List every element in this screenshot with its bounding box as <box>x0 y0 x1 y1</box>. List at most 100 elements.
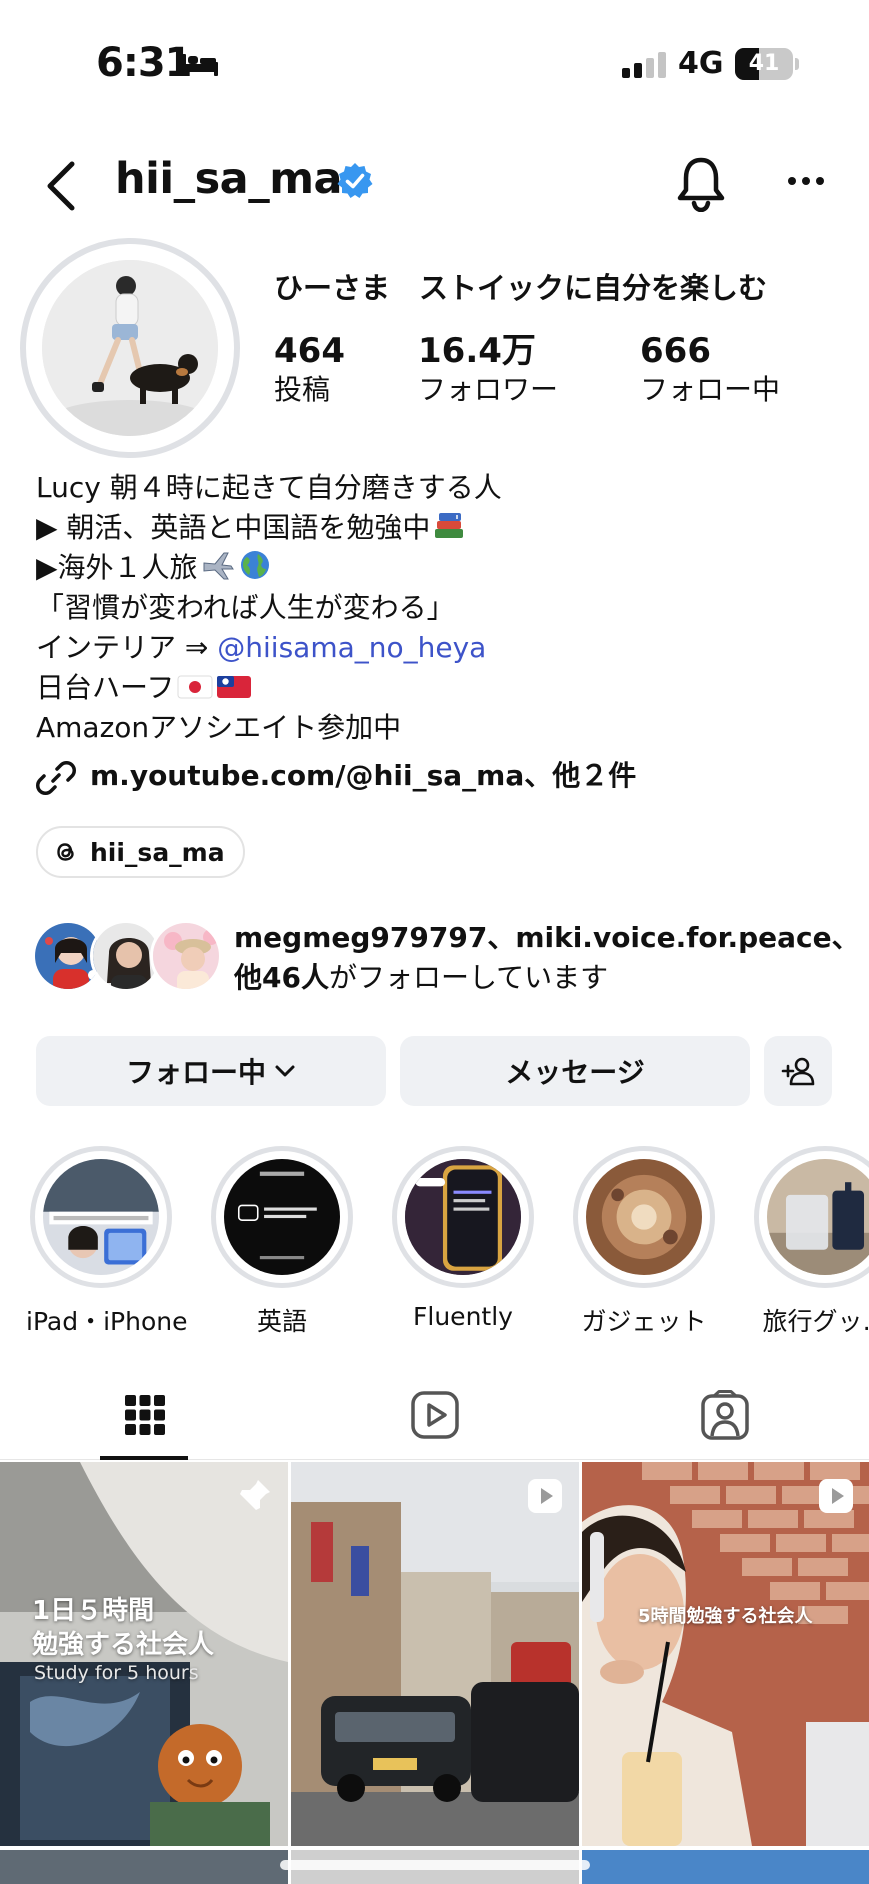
highlight-english[interactable]: 英語 <box>207 1146 357 1338</box>
battery-percent: 41 <box>748 51 780 76</box>
message-button-label: メッセージ <box>505 1056 645 1089</box>
highlight-cover <box>405 1159 521 1275</box>
bio-line: Lucy 朝４時に起きて自分磨きする人 <box>36 471 502 504</box>
stat-following-label: フォロー中 <box>640 373 781 406</box>
pin-icon <box>240 1480 270 1510</box>
highlight-cover-ring <box>754 1146 869 1288</box>
highlight-ipad-iphone[interactable]: iPad・iPhone <box>26 1146 188 1338</box>
bio-line: 「習慣が変われば人生が変わる」 <box>36 591 455 624</box>
reel-badge-icon <box>528 1479 562 1513</box>
airplane-emoji-icon <box>203 552 234 580</box>
highlight-label: 旅行グッ… <box>762 1307 869 1336</box>
add-person-icon <box>781 1057 815 1086</box>
stat-posts[interactable]: 464 投稿 <box>274 330 345 408</box>
bio-line: ▶︎海外１人旅 <box>36 548 836 588</box>
message-button[interactable]: メッセージ <box>400 1036 750 1106</box>
post-title: 1日５時間 <box>32 1596 155 1626</box>
tab-tagged[interactable] <box>580 1370 869 1460</box>
bio-line: インテリア ⇒ @hiisama_no_heya <box>36 628 836 668</box>
tagged-person-icon <box>701 1390 749 1440</box>
mutual-followers-text: megmeg979797、miki.voice.for.peace、 他46人が… <box>234 918 860 998</box>
post-caption: 5時間勉強する社会人 <box>638 1606 813 1627</box>
highlight-label: iPad・iPhone <box>26 1307 188 1336</box>
battery-tip <box>795 58 799 70</box>
post-title: 勉強する社会人 <box>32 1630 215 1660</box>
grid-post[interactable]: 5時間勉強する社会人 <box>582 1462 869 1846</box>
stat-posts-label: 投稿 <box>274 373 331 406</box>
stat-posts-count: 464 <box>274 331 345 371</box>
bio-text: ▶︎海外１人旅 <box>36 551 198 584</box>
suggested-users-button[interactable] <box>764 1036 832 1106</box>
highlight-cover-ring <box>211 1146 353 1288</box>
grid-post[interactable] <box>0 1850 288 1884</box>
highlight-label: ガジェット <box>581 1307 707 1336</box>
back-chevron-icon[interactable] <box>42 158 82 214</box>
profile-avatar[interactable] <box>20 238 240 458</box>
bio-text: 日台ハーフ <box>36 671 175 704</box>
books-emoji-icon <box>435 513 464 538</box>
stat-following-count: 666 <box>640 331 711 371</box>
notification-bell-icon[interactable] <box>675 154 727 212</box>
globe-emoji-icon <box>240 551 269 579</box>
posts-grid: 1日５時間 勉強する社会人 Study for 5 hours 5時間勉強する社… <box>0 1462 869 1884</box>
mutual-followers[interactable]: megmeg979797、miki.voice.for.peace、 他46人が… <box>32 918 862 998</box>
grid-post[interactable]: 1日５時間 勉強する社会人 Study for 5 hours <box>0 1462 288 1846</box>
profile-photo <box>42 260 218 436</box>
bio-line: ▶︎ 朝活、英語と中国語を勉強中 <box>36 508 836 548</box>
taiwan-flag-icon <box>217 676 252 698</box>
stat-followers[interactable]: 16.4万 フォロワー <box>418 330 558 408</box>
profile-bio: Lucy 朝４時に起きて自分磨きする人 ▶︎ 朝活、英語と中国語を勉強中 ▶︎海… <box>36 468 836 748</box>
profile-header: hii_sa_ma <box>0 140 869 230</box>
sleep-focus-icon <box>182 54 218 76</box>
status-bar: 6:31 4G 41 <box>0 0 869 130</box>
external-link[interactable]: m.youtube.com/@hii_sa_ma、他２件 <box>36 756 836 800</box>
tab-reels[interactable] <box>290 1370 580 1460</box>
stat-following[interactable]: 666 フォロー中 <box>640 330 780 408</box>
mutual-avatar <box>150 920 222 992</box>
grid-icon <box>125 1395 165 1435</box>
active-tab-indicator <box>100 1456 188 1460</box>
following-button-label: フォロー中 <box>125 1056 266 1089</box>
tab-posts-grid[interactable] <box>0 1370 290 1460</box>
status-time: 6:31 <box>96 40 192 86</box>
bio-mention-link[interactable]: @hiisama_no_heya <box>217 631 486 664</box>
bio-line: Amazonアソシエイト参加中 <box>36 711 402 744</box>
stat-followers-label: フォロワー <box>418 373 559 406</box>
highlight-label: 英語 <box>256 1307 307 1336</box>
highlight-gadget[interactable]: ガジェット <box>569 1146 719 1338</box>
bio-text: インテリア ⇒ <box>36 631 218 664</box>
link-text: m.youtube.com/@hii_sa_ma、他２件 <box>90 759 637 792</box>
threads-icon <box>57 843 74 861</box>
network-type: 4G <box>678 46 724 81</box>
highlight-cover-ring <box>30 1146 172 1288</box>
highlight-cover-ring <box>573 1146 715 1288</box>
highlight-travel-goods[interactable]: 旅行グッ… <box>750 1146 869 1338</box>
highlight-label: Fluently <box>413 1302 513 1331</box>
profile-content-tabs <box>0 1370 869 1460</box>
highlight-cover-ring <box>392 1146 534 1288</box>
following-button[interactable]: フォロー中 <box>36 1036 386 1106</box>
more-options-icon[interactable] <box>786 174 826 188</box>
threads-username: hii_sa_ma <box>90 837 225 867</box>
link-icon <box>36 761 76 795</box>
highlight-cover <box>224 1159 340 1275</box>
japan-flag-icon <box>177 675 213 699</box>
verified-badge-icon <box>337 163 373 198</box>
highlight-cover <box>586 1159 702 1275</box>
home-indicator <box>280 1860 590 1870</box>
grid-post[interactable] <box>291 1462 579 1846</box>
post-subtitle: Study for 5 hours <box>34 1662 199 1684</box>
highlight-cover <box>767 1159 869 1275</box>
reel-badge-icon <box>819 1479 853 1513</box>
threads-profile-chip[interactable]: hii_sa_ma <box>36 826 245 878</box>
chevron-down-icon <box>275 1065 295 1077</box>
reels-play-icon <box>411 1391 459 1439</box>
bio-line: 日台ハーフ <box>36 668 836 708</box>
mutual-names: megmeg979797、miki.voice.for.peace、 <box>234 921 860 954</box>
mutual-count: 他46人 <box>234 961 329 994</box>
stat-followers-count: 16.4万 <box>418 331 536 371</box>
cellular-signal-icon <box>622 52 666 78</box>
highlight-fluently[interactable]: Fluently <box>388 1146 538 1331</box>
grid-post[interactable] <box>582 1850 869 1884</box>
battery-icon: 41 <box>735 48 793 80</box>
